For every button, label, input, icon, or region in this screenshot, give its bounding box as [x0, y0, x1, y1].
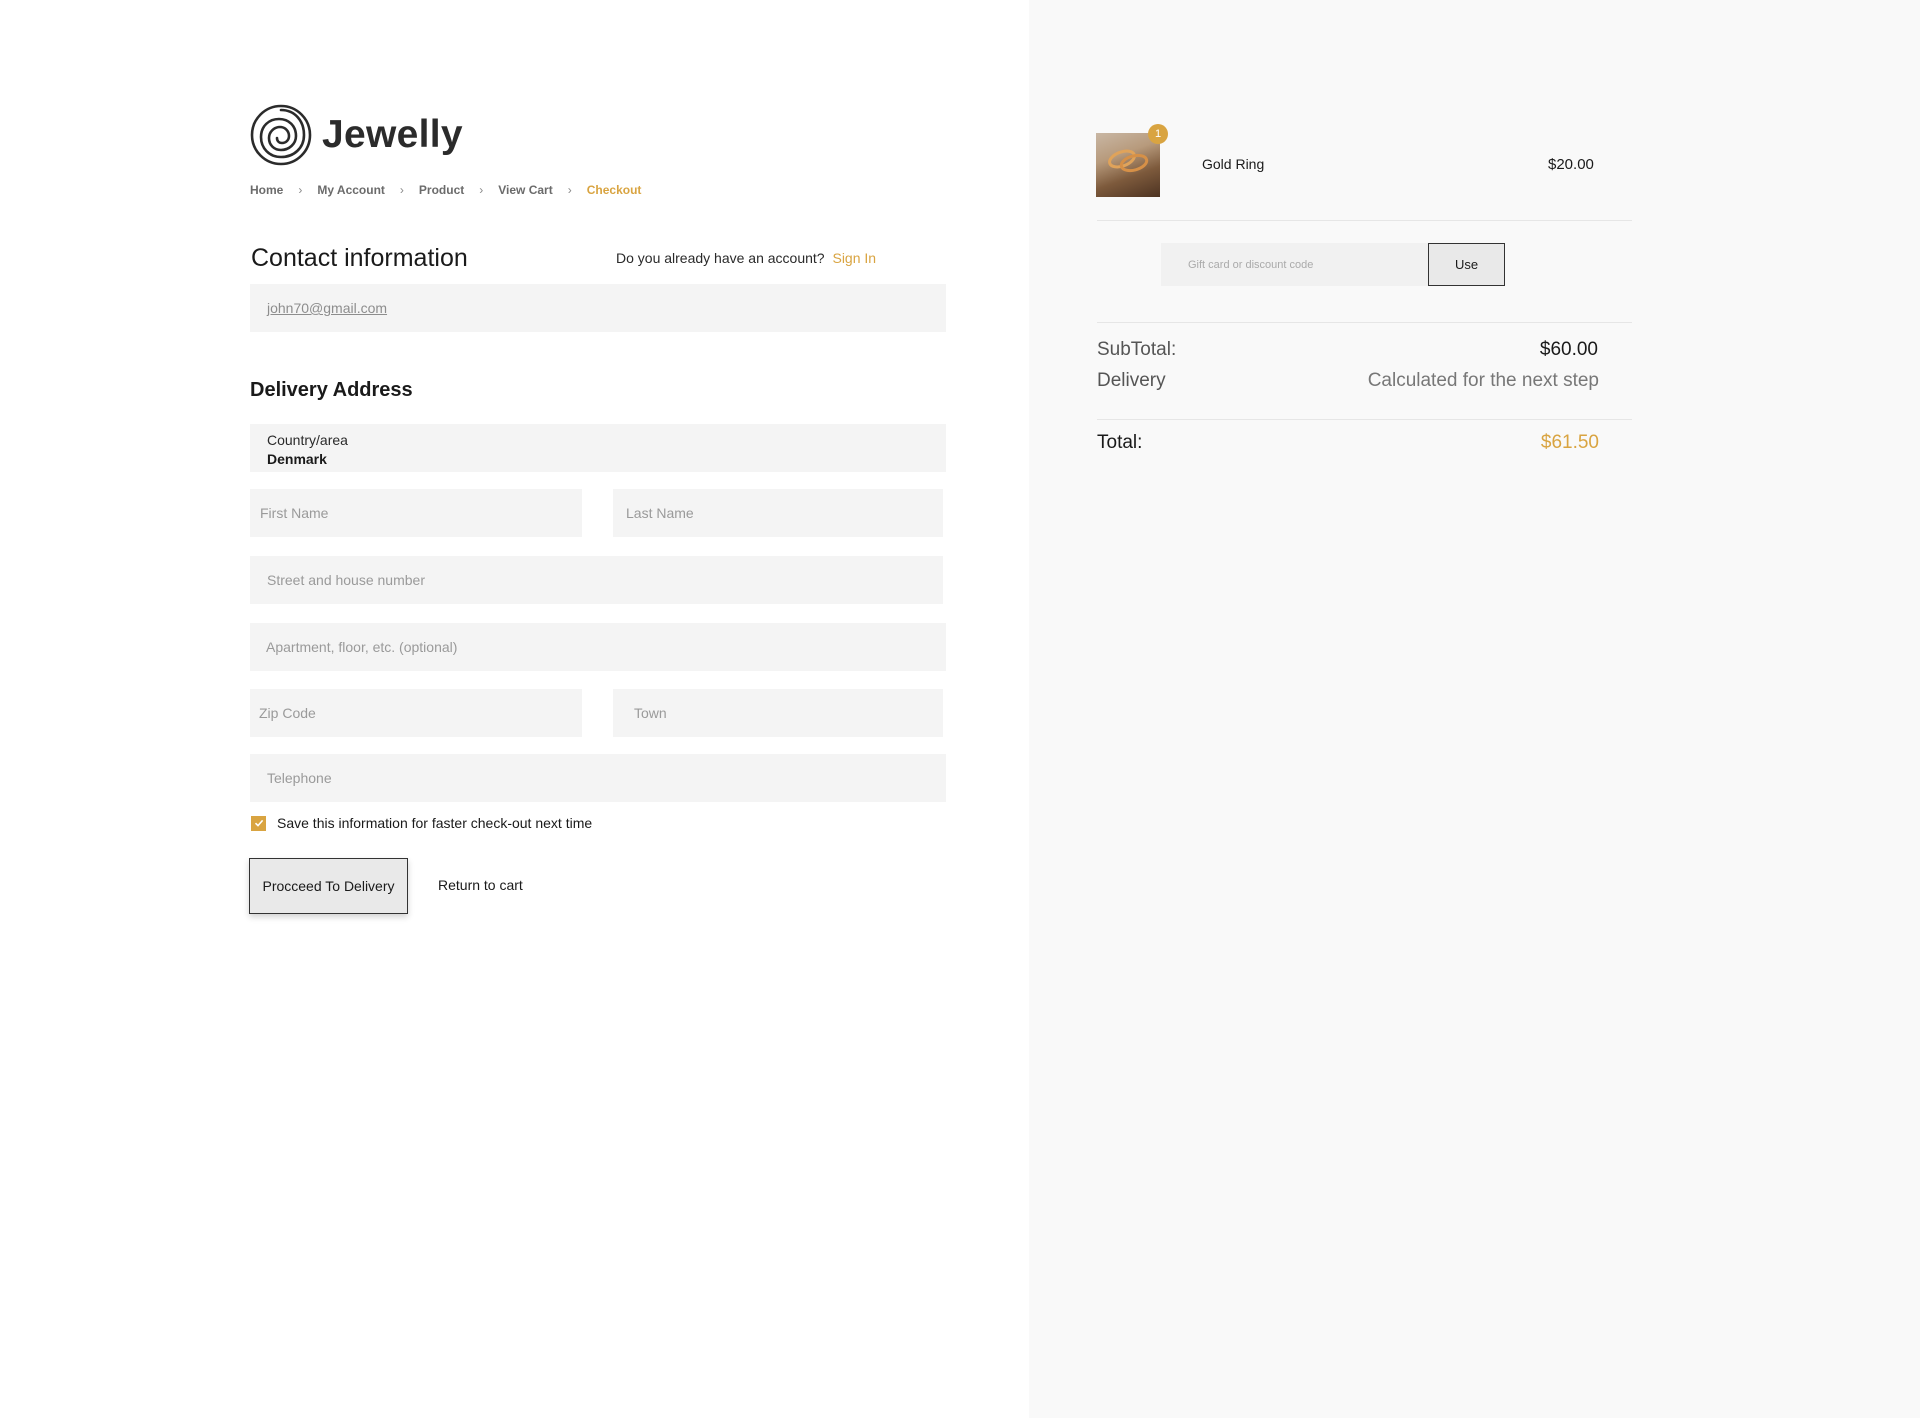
return-to-cart-link[interactable]: Return to cart — [438, 877, 523, 893]
breadcrumb: Home › My Account › Product › View Cart … — [250, 183, 641, 197]
delivery-address-heading: Delivery Address — [250, 379, 413, 401]
divider — [1097, 220, 1632, 221]
country-value: Denmark — [267, 451, 327, 467]
country-select[interactable]: Country/area Denmark — [250, 424, 946, 472]
delivery-label: Delivery — [1097, 370, 1166, 391]
breadcrumb-separator: › — [399, 183, 404, 197]
sign-in-link[interactable]: Sign In — [832, 250, 876, 266]
brand-logo[interactable]: Jewelly — [250, 104, 463, 166]
contact-information-heading: Contact information — [251, 244, 468, 272]
divider — [1097, 322, 1632, 323]
breadcrumb-separator: › — [298, 183, 303, 197]
first-name-field[interactable]: First Name — [250, 489, 582, 537]
save-info-label: Save this information for faster check-o… — [277, 815, 593, 831]
ring-image-icon — [1108, 149, 1149, 173]
account-question: Do you already have an account? Sign In — [616, 250, 876, 266]
last-name-field[interactable]: Last Name — [613, 489, 943, 537]
quantity-badge: 1 — [1148, 124, 1168, 144]
checkmark-icon — [254, 819, 263, 827]
use-code-button[interactable]: Use — [1428, 243, 1505, 286]
breadcrumb-product[interactable]: Product — [419, 183, 464, 197]
subtotal-value: $60.00 — [1539, 339, 1598, 360]
cart-item-name: Gold Ring — [1202, 156, 1265, 172]
order-summary-panel — [1029, 0, 1920, 1418]
breadcrumb-separator: › — [567, 183, 572, 197]
breadcrumb-my-account[interactable]: My Account — [317, 183, 385, 197]
proceed-to-delivery-button[interactable]: Procceed To Delivery — [249, 858, 408, 914]
zip-code-field[interactable]: Zip Code — [250, 689, 582, 737]
street-field[interactable]: Street and house number — [250, 556, 943, 604]
breadcrumb-separator: › — [479, 183, 484, 197]
spiral-logo-icon — [250, 104, 312, 166]
gold-ring-thumbnail — [1096, 133, 1160, 197]
breadcrumb-home[interactable]: Home — [250, 183, 283, 197]
subtotal-label: SubTotal: — [1097, 339, 1177, 360]
apartment-field[interactable]: Apartment, floor, etc. (optional) — [250, 623, 946, 671]
save-info-option[interactable]: Save this information for faster check-o… — [251, 815, 592, 831]
breadcrumb-view-cart[interactable]: View Cart — [498, 183, 552, 197]
total-label: Total: — [1097, 432, 1143, 453]
delivery-value: Calculated for the next step — [1367, 370, 1599, 391]
town-field[interactable]: Town — [613, 689, 943, 737]
account-question-text: Do you already have an account? — [616, 250, 825, 266]
country-label: Country/area — [267, 432, 348, 448]
breadcrumb-checkout: Checkout — [586, 183, 642, 197]
email-field[interactable]: john70@gmail.com — [250, 284, 946, 332]
telephone-field[interactable]: Telephone — [250, 754, 946, 802]
divider — [1097, 419, 1632, 420]
brand-name: Jewelly — [322, 113, 463, 156]
discount-code-input[interactable]: Gift card or discount code — [1161, 243, 1429, 286]
total-value: $61.50 — [1540, 432, 1599, 453]
cart-item-price: $20.00 — [1548, 156, 1594, 173]
save-info-checkbox[interactable] — [251, 815, 266, 831]
checkout-form-panel: Jewelly Home › My Account › Product › Vi… — [0, 0, 1029, 1418]
